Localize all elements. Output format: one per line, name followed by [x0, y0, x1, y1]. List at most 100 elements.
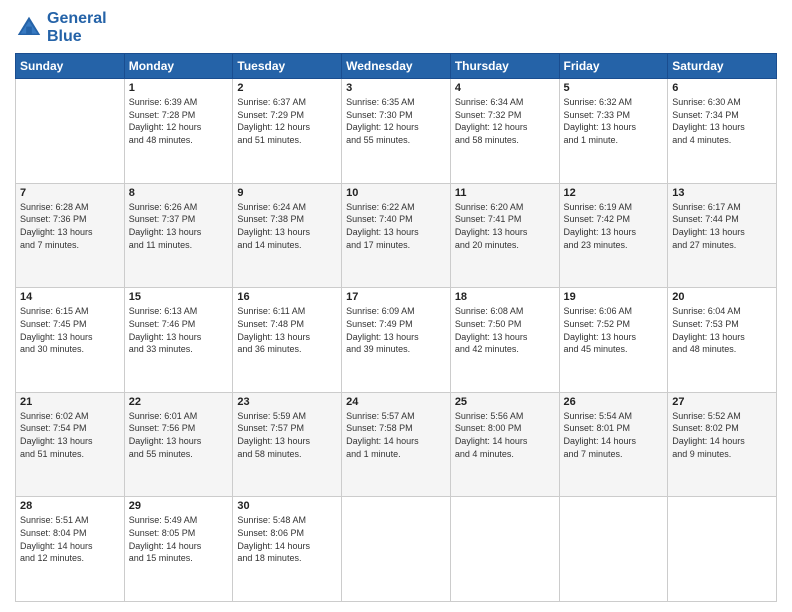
day-info: Sunrise: 6:06 AM Sunset: 7:52 PM Dayligh… [564, 305, 664, 355]
day-number: 15 [129, 291, 229, 303]
calendar-cell: 13 Sunrise: 6:17 AM Sunset: 7:44 PM Dayli… [668, 183, 777, 288]
day-info: Sunrise: 6:11 AM Sunset: 7:48 PM Dayligh… [237, 305, 337, 355]
calendar-cell: 26 Sunrise: 5:54 AM Sunset: 8:01 PM Dayli… [559, 392, 668, 497]
col-header-saturday: Saturday [668, 54, 777, 79]
day-number: 30 [237, 500, 337, 512]
day-info: Sunrise: 6:30 AM Sunset: 7:34 PM Dayligh… [672, 96, 772, 146]
day-number: 9 [237, 187, 337, 199]
day-number: 4 [455, 82, 555, 94]
calendar-cell: 1 Sunrise: 6:39 AM Sunset: 7:28 PM Daylig… [124, 79, 233, 184]
logo: General Blue [15, 10, 107, 45]
calendar-week-row: 28Sunrise: 5:51 AM Sunset: 8:04 PM Dayli… [16, 497, 777, 602]
day-info: Sunrise: 6:04 AM Sunset: 7:53 PM Dayligh… [672, 305, 772, 355]
col-header-thursday: Thursday [450, 54, 559, 79]
day-number: 3 [346, 82, 446, 94]
day-info: Sunrise: 6:32 AM Sunset: 7:33 PM Dayligh… [564, 96, 664, 146]
day-number: 1 [129, 82, 229, 94]
day-info: Sunrise: 6:13 AM Sunset: 7:46 PM Dayligh… [129, 305, 229, 355]
day-number: 12 [564, 187, 664, 199]
day-info: Sunrise: 5:52 AM Sunset: 8:02 PM Dayligh… [672, 410, 772, 460]
day-number: 7 [20, 187, 120, 199]
calendar-cell: 30 Sunrise: 5:48 AM Sunset: 8:06 PM Dayli… [233, 497, 342, 602]
calendar-cell: 10 Sunrise: 6:22 AM Sunset: 7:40 PM Dayli… [342, 183, 451, 288]
day-number: 25 [455, 396, 555, 408]
day-info: Sunrise: 6:20 AM Sunset: 7:41 PM Dayligh… [455, 201, 555, 251]
day-info: Sunrise: 6:39 AM Sunset: 7:28 PM Dayligh… [129, 96, 229, 146]
calendar-week-row: 14 Sunrise: 6:15 AM Sunset: 7:45 PM Dayli… [16, 288, 777, 393]
day-info: Sunrise: 6:37 AM Sunset: 7:29 PM Dayligh… [237, 96, 337, 146]
col-header-monday: Monday [124, 54, 233, 79]
calendar-cell: 8 Sunrise: 6:26 AM Sunset: 7:37 PM Daylig… [124, 183, 233, 288]
calendar-cell: 15 Sunrise: 6:13 AM Sunset: 7:46 PM Dayli… [124, 288, 233, 393]
calendar-cell: 3 Sunrise: 6:35 AM Sunset: 7:30 PM Daylig… [342, 79, 451, 184]
day-info: Sunrise: 6:28 AM Sunset: 7:36 PM Dayligh… [20, 201, 120, 251]
calendar-cell: 17Sunrise: 6:09 AM Sunset: 7:49 PM Dayli… [342, 288, 451, 393]
calendar-cell: 2 Sunrise: 6:37 AM Sunset: 7:29 PM Daylig… [233, 79, 342, 184]
day-info: Sunrise: 6:08 AM Sunset: 7:50 PM Dayligh… [455, 305, 555, 355]
day-info: Sunrise: 6:26 AM Sunset: 7:37 PM Dayligh… [129, 201, 229, 251]
logo-text: General Blue [47, 10, 107, 45]
day-info: Sunrise: 6:35 AM Sunset: 7:30 PM Dayligh… [346, 96, 446, 146]
calendar-cell [16, 79, 125, 184]
calendar-cell: 23Sunrise: 5:59 AM Sunset: 7:57 PM Dayli… [233, 392, 342, 497]
header: General Blue [15, 10, 777, 45]
day-info: Sunrise: 6:24 AM Sunset: 7:38 PM Dayligh… [237, 201, 337, 251]
calendar-week-row: 21 Sunrise: 6:02 AM Sunset: 7:54 PM Dayli… [16, 392, 777, 497]
day-number: 23 [237, 396, 337, 408]
calendar-cell: 25 Sunrise: 5:56 AM Sunset: 8:00 PM Dayli… [450, 392, 559, 497]
day-number: 16 [237, 291, 337, 303]
calendar-cell: 5 Sunrise: 6:32 AM Sunset: 7:33 PM Daylig… [559, 79, 668, 184]
day-number: 18 [455, 291, 555, 303]
calendar-cell: 29Sunrise: 5:49 AM Sunset: 8:05 PM Dayli… [124, 497, 233, 602]
logo-icon [15, 14, 43, 42]
day-number: 29 [129, 500, 229, 512]
calendar-cell [668, 497, 777, 602]
calendar-cell: 9 Sunrise: 6:24 AM Sunset: 7:38 PM Daylig… [233, 183, 342, 288]
calendar-cell: 20 Sunrise: 6:04 AM Sunset: 7:53 PM Dayli… [668, 288, 777, 393]
day-number: 13 [672, 187, 772, 199]
day-info: Sunrise: 5:56 AM Sunset: 8:00 PM Dayligh… [455, 410, 555, 460]
calendar-cell: 16 Sunrise: 6:11 AM Sunset: 7:48 PM Dayli… [233, 288, 342, 393]
calendar-cell: 28Sunrise: 5:51 AM Sunset: 8:04 PM Dayli… [16, 497, 125, 602]
day-number: 8 [129, 187, 229, 199]
day-number: 11 [455, 187, 555, 199]
day-info: Sunrise: 5:54 AM Sunset: 8:01 PM Dayligh… [564, 410, 664, 460]
calendar-cell: 6Sunrise: 6:30 AM Sunset: 7:34 PM Daylig… [668, 79, 777, 184]
col-header-friday: Friday [559, 54, 668, 79]
day-number: 27 [672, 396, 772, 408]
calendar-cell [450, 497, 559, 602]
day-number: 26 [564, 396, 664, 408]
day-number: 14 [20, 291, 120, 303]
day-info: Sunrise: 6:02 AM Sunset: 7:54 PM Dayligh… [20, 410, 120, 460]
logo-general: General [47, 10, 107, 27]
day-number: 10 [346, 187, 446, 199]
day-info: Sunrise: 5:57 AM Sunset: 7:58 PM Dayligh… [346, 410, 446, 460]
day-number: 20 [672, 291, 772, 303]
calendar-cell: 21 Sunrise: 6:02 AM Sunset: 7:54 PM Dayli… [16, 392, 125, 497]
day-info: Sunrise: 6:15 AM Sunset: 7:45 PM Dayligh… [20, 305, 120, 355]
day-info: Sunrise: 6:22 AM Sunset: 7:40 PM Dayligh… [346, 201, 446, 251]
day-info: Sunrise: 6:34 AM Sunset: 7:32 PM Dayligh… [455, 96, 555, 146]
page: General Blue SundayMondayTuesdayWednesda… [0, 0, 792, 612]
calendar-cell: 22Sunrise: 6:01 AM Sunset: 7:56 PM Dayli… [124, 392, 233, 497]
calendar-cell: 11 Sunrise: 6:20 AM Sunset: 7:41 PM Dayli… [450, 183, 559, 288]
day-number: 19 [564, 291, 664, 303]
day-number: 5 [564, 82, 664, 94]
day-number: 22 [129, 396, 229, 408]
day-number: 2 [237, 82, 337, 94]
day-info: Sunrise: 5:48 AM Sunset: 8:06 PM Dayligh… [237, 514, 337, 564]
calendar-cell: 12Sunrise: 6:19 AM Sunset: 7:42 PM Dayli… [559, 183, 668, 288]
calendar-week-row: 1 Sunrise: 6:39 AM Sunset: 7:28 PM Daylig… [16, 79, 777, 184]
calendar-cell: 14 Sunrise: 6:15 AM Sunset: 7:45 PM Dayli… [16, 288, 125, 393]
day-number: 24 [346, 396, 446, 408]
day-number: 17 [346, 291, 446, 303]
col-header-sunday: Sunday [16, 54, 125, 79]
col-header-tuesday: Tuesday [233, 54, 342, 79]
day-info: Sunrise: 6:17 AM Sunset: 7:44 PM Dayligh… [672, 201, 772, 251]
calendar-cell: 7 Sunrise: 6:28 AM Sunset: 7:36 PM Daylig… [16, 183, 125, 288]
calendar-cell: 27 Sunrise: 5:52 AM Sunset: 8:02 PM Dayli… [668, 392, 777, 497]
day-number: 28 [20, 500, 120, 512]
day-number: 21 [20, 396, 120, 408]
calendar-header-row: SundayMondayTuesdayWednesdayThursdayFrid… [16, 54, 777, 79]
calendar-cell [342, 497, 451, 602]
